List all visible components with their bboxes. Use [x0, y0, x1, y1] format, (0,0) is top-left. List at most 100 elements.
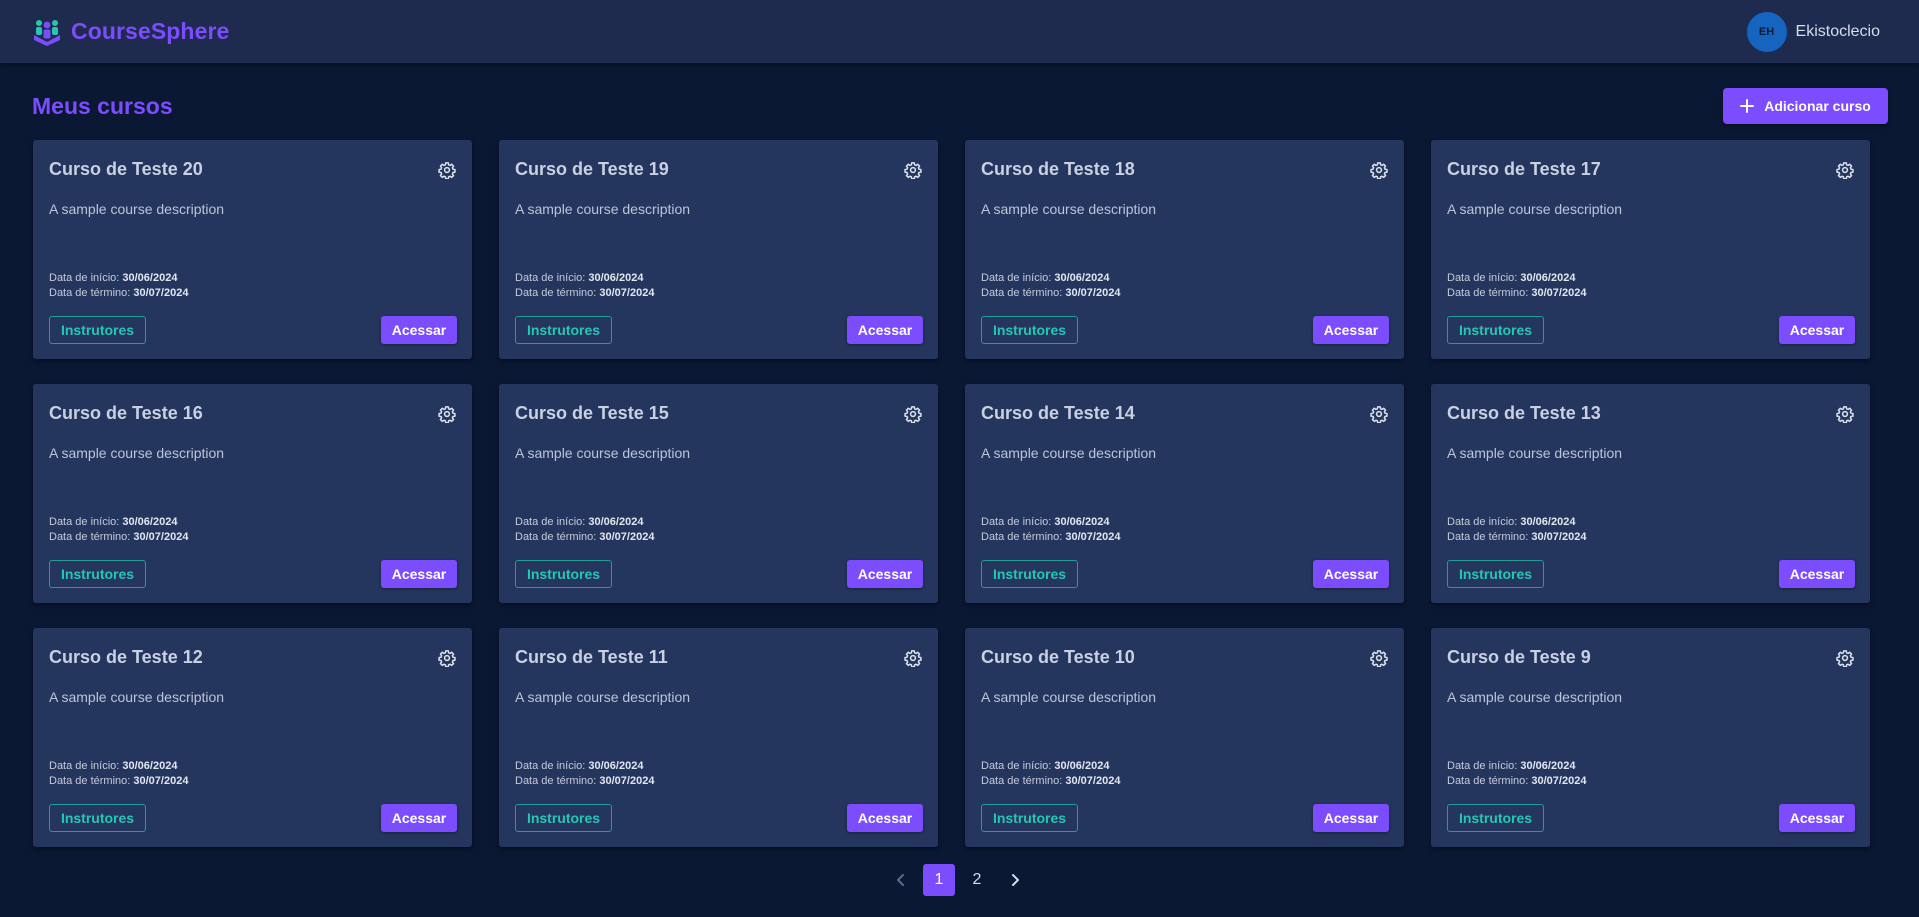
course-settings-button[interactable] — [1836, 405, 1854, 424]
gear-icon — [904, 650, 922, 668]
course-title: Curso de Teste 11 — [515, 647, 668, 667]
course-settings-button[interactable] — [904, 161, 922, 180]
previous-page-button[interactable] — [885, 864, 917, 896]
course-description: A sample course description — [981, 445, 1157, 461]
start-date-value: 30/06/2024 — [1520, 516, 1576, 528]
instructors-button[interactable]: Instrutores — [1447, 316, 1544, 344]
access-button[interactable]: Acessar — [1779, 804, 1855, 832]
next-page-button[interactable] — [999, 864, 1031, 896]
course-title: Curso de Teste 14 — [981, 403, 1135, 423]
course-settings-button[interactable] — [438, 161, 456, 180]
start-date-value: 30/06/2024 — [122, 272, 178, 284]
instructors-button[interactable]: Instrutores — [1447, 804, 1544, 832]
course-settings-button[interactable] — [1836, 649, 1854, 668]
instructors-button[interactable]: Instrutores — [981, 804, 1078, 832]
access-button[interactable]: Acessar — [1313, 804, 1389, 832]
end-date-label: Data de término: — [515, 531, 597, 543]
course-grid: Curso de Teste 20 A sample course descrip… — [33, 140, 1871, 847]
instructors-button[interactable]: Instrutores — [515, 316, 612, 344]
start-date-row: Data de início: 30/06/2024 — [515, 759, 654, 774]
course-card: Curso de Teste 11 A sample course descrip… — [499, 628, 938, 847]
start-date-row: Data de início: 30/06/2024 — [49, 759, 188, 774]
course-title: Curso de Teste 15 — [515, 403, 669, 423]
instructors-button[interactable]: Instrutores — [49, 804, 146, 832]
end-date-value: 30/07/2024 — [599, 775, 655, 787]
course-settings-button[interactable] — [1836, 161, 1854, 180]
app-name: CourseSphere — [71, 18, 230, 44]
page-1-button[interactable]: 1 — [923, 864, 955, 896]
start-date-value: 30/06/2024 — [122, 516, 178, 528]
gear-icon — [904, 406, 922, 424]
course-card: Curso de Teste 20 A sample course descrip… — [33, 140, 472, 359]
gear-icon — [438, 650, 456, 668]
course-title: Curso de Teste 18 — [981, 159, 1135, 179]
start-date-value: 30/06/2024 — [588, 760, 644, 772]
instructors-button[interactable]: Instrutores — [1447, 560, 1544, 588]
end-date-label: Data de término: — [515, 775, 597, 787]
course-card: Curso de Teste 9 A sample course descript… — [1431, 628, 1870, 847]
start-date-row: Data de início: 30/06/2024 — [49, 271, 188, 286]
start-date-label: Data de início: — [1447, 272, 1518, 284]
course-settings-button[interactable] — [904, 405, 922, 424]
add-course-button[interactable]: Adicionar curso — [1723, 88, 1888, 124]
course-settings-button[interactable] — [438, 405, 456, 424]
start-date-label: Data de início: — [981, 272, 1052, 284]
start-date-label: Data de início: — [981, 516, 1052, 528]
page-2-button[interactable]: 2 — [961, 864, 993, 896]
start-date-row: Data de início: 30/06/2024 — [1447, 271, 1586, 286]
access-button[interactable]: Acessar — [1779, 316, 1855, 344]
course-settings-button[interactable] — [1370, 405, 1388, 424]
course-settings-button[interactable] — [1370, 161, 1388, 180]
access-button[interactable]: Acessar — [1313, 316, 1389, 344]
avatar[interactable]: EH — [1746, 11, 1787, 52]
end-date-label: Data de término: — [49, 287, 131, 299]
course-card: Curso de Teste 17 A sample course descrip… — [1431, 140, 1870, 359]
access-button[interactable]: Acessar — [847, 316, 923, 344]
start-date-value: 30/06/2024 — [1520, 272, 1576, 284]
end-date-label: Data de término: — [49, 775, 131, 787]
end-date-row: Data de término: 30/07/2024 — [49, 774, 188, 789]
access-button[interactable]: Acessar — [381, 560, 457, 588]
brand[interactable]: CourseSphere — [31, 18, 229, 46]
start-date-value: 30/06/2024 — [1054, 272, 1110, 284]
instructors-button[interactable]: Instrutores — [515, 804, 612, 832]
start-date-label: Data de início: — [515, 760, 586, 772]
access-button[interactable]: Acessar — [1779, 560, 1855, 588]
end-date-label: Data de término: — [981, 531, 1063, 543]
course-description: A sample course description — [981, 201, 1157, 217]
gear-icon — [438, 406, 456, 424]
access-button[interactable]: Acessar — [381, 804, 457, 832]
instructors-button[interactable]: Instrutores — [981, 316, 1078, 344]
course-settings-button[interactable] — [438, 649, 456, 668]
start-date-row: Data de início: 30/06/2024 — [515, 515, 654, 530]
start-date-label: Data de início: — [49, 272, 120, 284]
start-date-label: Data de início: — [981, 760, 1052, 772]
instructors-button[interactable]: Instrutores — [515, 560, 612, 588]
user-menu[interactable]: EH Ekistoclecio — [1746, 11, 1880, 52]
access-button[interactable]: Acessar — [847, 560, 923, 588]
user-name: Ekistoclecio — [1795, 22, 1880, 40]
end-date-row: Data de término: 30/07/2024 — [515, 286, 654, 301]
start-date-value: 30/06/2024 — [1054, 760, 1110, 772]
course-settings-button[interactable] — [1370, 649, 1388, 668]
end-date-value: 30/07/2024 — [1531, 775, 1587, 787]
course-dates: Data de início: 30/06/2024 Data de términ… — [49, 271, 188, 301]
end-date-value: 30/07/2024 — [133, 531, 189, 543]
end-date-value: 30/07/2024 — [1531, 531, 1587, 543]
instructors-button[interactable]: Instrutores — [49, 316, 146, 344]
course-description: A sample course description — [515, 689, 691, 705]
access-button[interactable]: Acessar — [847, 804, 923, 832]
course-settings-button[interactable] — [904, 649, 922, 668]
instructors-button[interactable]: Instrutores — [49, 560, 146, 588]
gear-icon — [1370, 650, 1388, 668]
instructors-button[interactable]: Instrutores — [981, 560, 1078, 588]
gear-icon — [1370, 406, 1388, 424]
access-button[interactable]: Acessar — [381, 316, 457, 344]
start-date-label: Data de início: — [515, 516, 586, 528]
course-title: Curso de Teste 9 — [1447, 647, 1591, 667]
end-date-value: 30/07/2024 — [1065, 775, 1121, 787]
course-dates: Data de início: 30/06/2024 Data de términ… — [515, 759, 654, 789]
course-title: Curso de Teste 19 — [515, 159, 669, 179]
end-date-value: 30/07/2024 — [1065, 531, 1121, 543]
access-button[interactable]: Acessar — [1313, 560, 1389, 588]
